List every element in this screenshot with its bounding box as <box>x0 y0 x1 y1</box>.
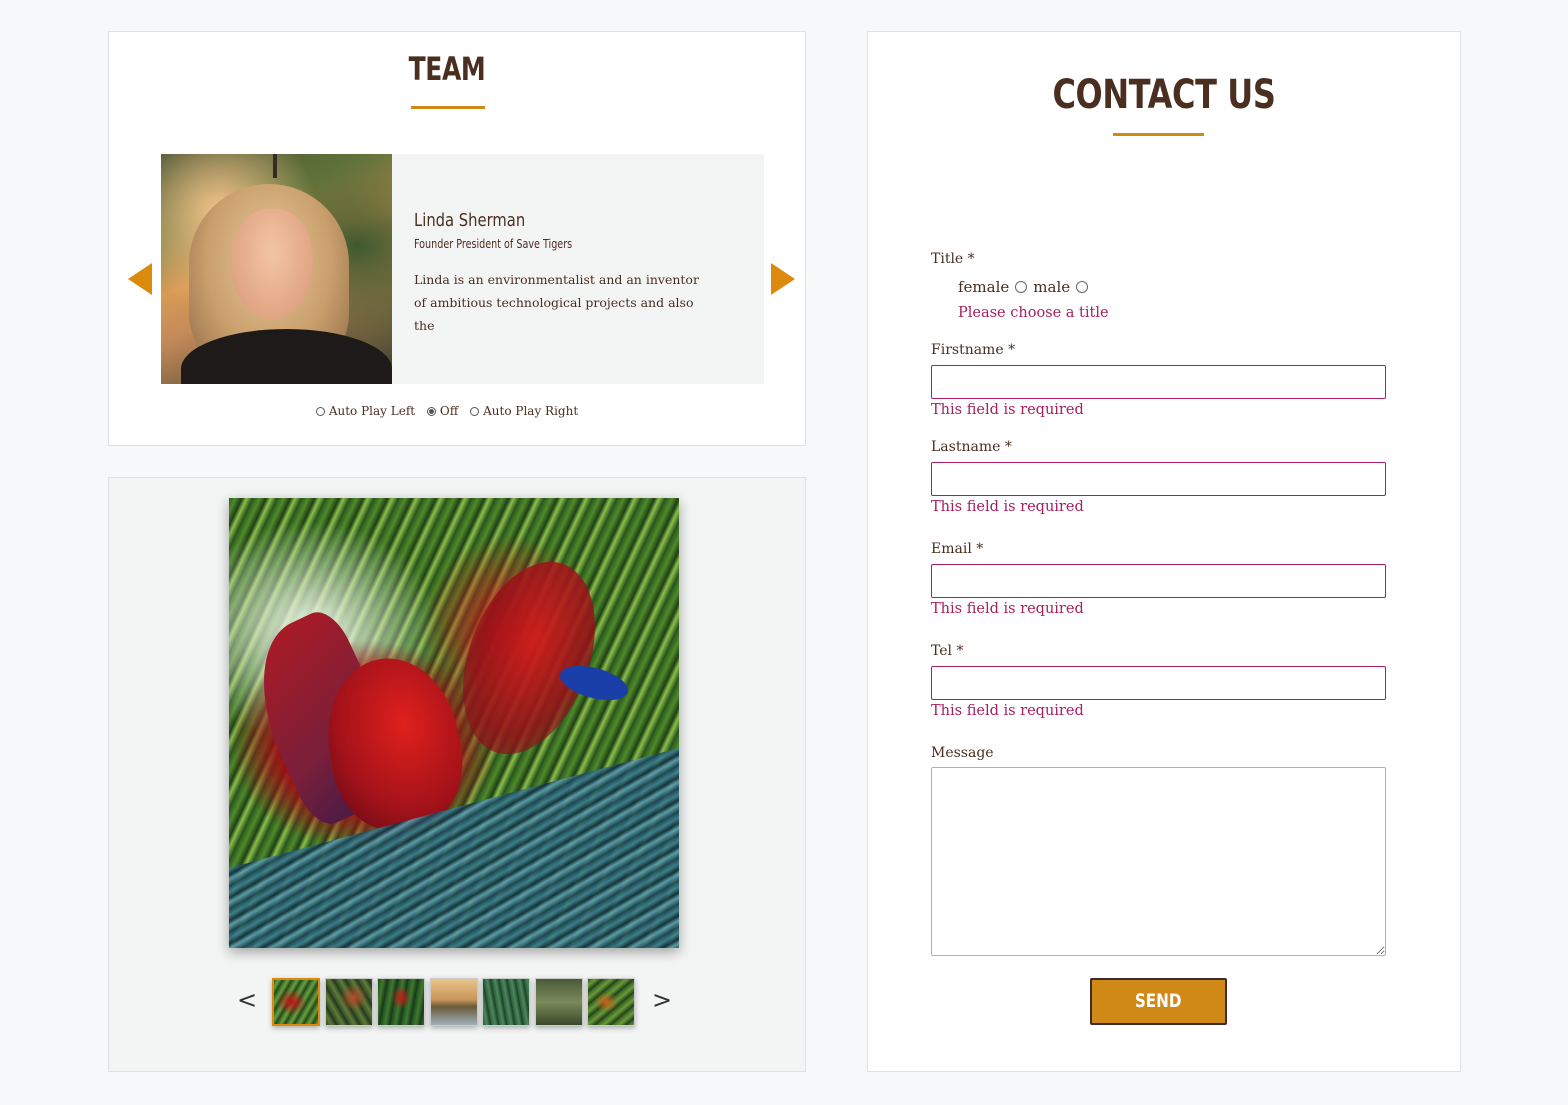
gallery-thumbnail[interactable] <box>482 978 530 1026</box>
message-textarea[interactable] <box>931 767 1386 956</box>
send-button-label: SEND <box>1135 990 1182 1012</box>
contact-title: CONTACT US <box>1052 72 1276 118</box>
email-error: This field is required <box>931 601 1084 617</box>
team-member-role: Founder President of Save Tigers <box>414 237 573 251</box>
autoplay-left-label: Auto Play Left <box>328 404 416 418</box>
email-label: Email * <box>931 541 984 557</box>
autoplay-left-radio[interactable] <box>315 406 325 416</box>
lastname-error: This field is required <box>931 499 1084 515</box>
send-button[interactable]: SEND <box>1090 978 1227 1025</box>
gallery-thumbnail[interactable] <box>325 978 373 1026</box>
tel-error: This field is required <box>931 703 1084 719</box>
autoplay-off-option[interactable]: Off <box>426 404 459 418</box>
team-member-name: Linda Sherman <box>414 210 526 231</box>
firstname-label: Firstname * <box>931 342 1016 358</box>
firstname-input[interactable] <box>931 365 1386 399</box>
title-male-label: male <box>1033 278 1071 296</box>
contact-title-underline <box>1113 133 1204 136</box>
gallery-thumbnail[interactable] <box>272 978 320 1026</box>
gallery-main-image <box>229 498 679 948</box>
team-title-underline <box>411 106 485 109</box>
email-input[interactable] <box>931 564 1386 598</box>
team-panel: TEAM Linda Sherman Founder President of … <box>108 31 806 446</box>
team-member-card: Linda Sherman Founder President of Save … <box>161 154 764 384</box>
lastname-input[interactable] <box>931 462 1386 496</box>
title-male-radio[interactable] <box>1076 281 1089 293</box>
lastname-label: Lastname * <box>931 439 1012 455</box>
team-member-bio: Linda is an environmentalist and an inve… <box>414 272 699 333</box>
contact-panel: CONTACT US Title * female male Please ch… <box>867 31 1461 1072</box>
title-label: Title * <box>931 251 975 267</box>
gallery-thumbnail[interactable] <box>377 978 425 1026</box>
autoplay-controls: Auto Play Left Off Auto Play Right <box>109 404 785 419</box>
team-next-arrow-icon[interactable] <box>771 263 795 295</box>
gallery-prev-button[interactable]: < <box>237 986 257 1014</box>
gallery-thumbnail[interactable] <box>430 978 478 1026</box>
autoplay-off-radio[interactable] <box>426 406 436 416</box>
autoplay-right-radio[interactable] <box>470 406 480 416</box>
autoplay-right-option[interactable]: Auto Play Right <box>470 404 578 418</box>
team-title: TEAM <box>408 50 486 88</box>
gallery-next-button[interactable]: > <box>652 986 672 1014</box>
team-member-photo <box>161 154 392 384</box>
autoplay-off-label: Off <box>439 404 459 418</box>
tel-label: Tel * <box>931 643 964 659</box>
gallery-thumbnail-strip: < > <box>109 978 807 1028</box>
title-error: Please choose a title <box>958 305 1109 321</box>
team-prev-arrow-icon[interactable] <box>128 263 152 295</box>
title-radio-group: female male <box>958 278 1094 296</box>
tel-input[interactable] <box>931 666 1386 700</box>
gallery-thumbnail[interactable] <box>535 978 583 1026</box>
gallery-panel: < > <box>108 477 806 1072</box>
title-female-label: female <box>958 278 1010 296</box>
gallery-thumbnail[interactable] <box>587 978 635 1026</box>
firstname-error: This field is required <box>931 402 1084 418</box>
message-label: Message <box>931 745 994 761</box>
autoplay-left-option[interactable]: Auto Play Left <box>315 404 416 418</box>
title-female-radio[interactable] <box>1015 281 1028 293</box>
autoplay-right-label: Auto Play Right <box>483 404 579 418</box>
